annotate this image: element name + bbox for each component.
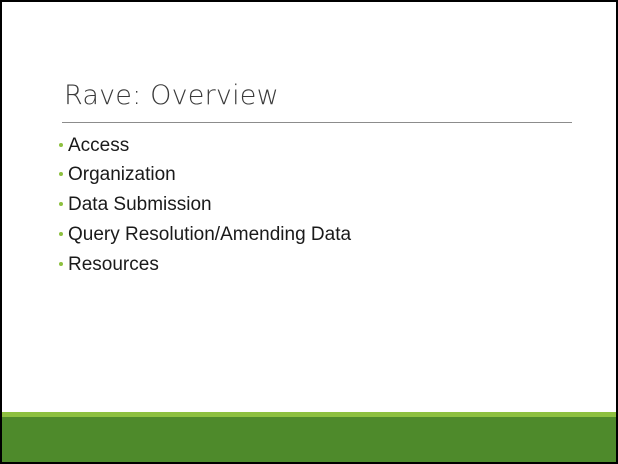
list-item: Data Submission	[59, 190, 351, 220]
bullet-icon	[59, 202, 63, 206]
bullet-icon	[59, 232, 63, 236]
footer-band	[2, 412, 616, 462]
bullet-text: Query Resolution/Amending Data	[68, 224, 352, 245]
title-divider	[62, 122, 572, 123]
bullet-text: Organization	[68, 164, 176, 185]
list-item: Access	[59, 132, 351, 160]
slide-title: Rave: Overview	[64, 80, 279, 111]
slide: Rave: Overview Access Organization Data …	[0, 0, 618, 464]
bullet-text: Access	[68, 135, 130, 156]
bullet-icon	[59, 143, 63, 147]
list-item: Organization	[59, 160, 351, 190]
list-item: Query Resolution/Amending Data	[59, 220, 351, 250]
bullet-text: Resources	[68, 254, 159, 275]
bullet-icon	[59, 262, 63, 266]
list-item: Resources	[59, 250, 351, 280]
bullet-icon	[59, 172, 63, 176]
bullet-text: Data Submission	[68, 194, 212, 215]
bullet-list: Access Organization Data Submission Quer…	[59, 132, 351, 280]
